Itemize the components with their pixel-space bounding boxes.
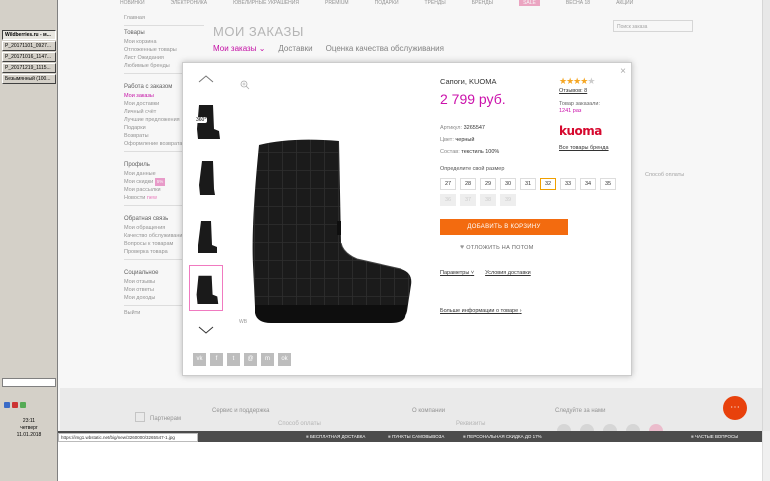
boot-thumbnail-image	[196, 275, 219, 304]
antivirus-icon[interactable]	[12, 402, 18, 408]
thumbnail-side[interactable]	[189, 155, 223, 201]
share-buttons: vk f t @ m ok	[193, 353, 291, 366]
boot-thumbnail-image	[199, 161, 215, 195]
thumbnails-up-icon[interactable]	[198, 75, 214, 83]
wb-watermark: WB	[239, 319, 248, 325]
size-option-selected[interactable]: 32	[540, 178, 556, 190]
share-mailru-icon[interactable]: m	[261, 353, 274, 366]
clock-day: четверг	[20, 425, 38, 431]
size-option[interactable]: 34	[580, 178, 596, 190]
share-facebook-icon[interactable]: f	[210, 353, 223, 366]
more-info-label: Больше информации о товаре	[440, 308, 519, 314]
product-info-tabs: Параметры ˅ Условия доставки	[440, 270, 531, 276]
postpone-label: ОТЛОЖИТЬ НА ПОТОМ	[466, 245, 534, 251]
tab-delivery-terms[interactable]: Условия доставки	[485, 270, 531, 276]
close-icon[interactable]: ×	[620, 66, 626, 77]
article-label: Артикул:	[440, 125, 463, 131]
system-tray	[2, 402, 56, 408]
size-option-unavailable: 38	[480, 194, 496, 206]
material-label: Состав:	[440, 149, 460, 155]
volume-icon[interactable]	[20, 402, 26, 408]
share-email-icon[interactable]: @	[244, 353, 257, 366]
share-ok-icon[interactable]: ok	[278, 353, 291, 366]
taskbar-button-image-3[interactable]: P_20171219_1115...	[2, 63, 56, 73]
free-delivery-link[interactable]: БЕСПЛАТНАЯ ДОСТАВКА	[306, 434, 365, 439]
faq-link[interactable]: ЧАСТЫЕ ВОПРОСЫ	[691, 434, 738, 439]
thumbnails-down-icon[interactable]	[198, 326, 214, 334]
taskbar-scroll[interactable]	[2, 378, 56, 387]
personal-discount-link[interactable]: ПЕРСОНАЛЬНАЯ СКИДКА ДО 17%	[463, 434, 542, 439]
taskbar-button-paint[interactable]: Безымянный (100...	[2, 74, 56, 84]
size-option[interactable]: 31	[520, 178, 536, 190]
reviews-link[interactable]: Отзывов: 8	[559, 88, 587, 94]
more-info-link[interactable]: Больше информации о товаре ›	[440, 308, 522, 314]
size-selector: 27 28 29 30 31 32 33 34 35 36 37 38 39	[440, 178, 620, 206]
color-label: Цвет:	[440, 137, 454, 143]
color-value: черный	[455, 137, 475, 143]
thumbnail-back[interactable]	[189, 213, 223, 259]
size-option-unavailable: 39	[500, 194, 516, 206]
ordered-label: Товар заказали:	[559, 101, 600, 107]
size-option[interactable]: 29	[480, 178, 496, 190]
star-empty-icon: ★	[587, 76, 595, 86]
tab-parameters[interactable]: Параметры ˅	[440, 270, 474, 276]
product-price: 2 799 руб.	[440, 91, 506, 107]
material-value: текстиль 100%	[461, 149, 500, 155]
size-option[interactable]: 27	[440, 178, 456, 190]
taskbar-button-image-1[interactable]: P_20171101_0927...	[2, 41, 56, 51]
product-quick-view: × 360° WB vk f t @ m ok Сапоги, KUOMA 2 …	[182, 62, 632, 376]
taskbar-button-browser[interactable]: Wildberries.ru - м...	[2, 30, 56, 40]
rating-stars[interactable]: ★★★★★	[559, 76, 595, 87]
share-twitter-icon[interactable]: t	[227, 353, 240, 366]
product-name: Сапоги, KUOMA	[440, 77, 497, 86]
thumbnail-360[interactable]: 360°	[189, 99, 223, 145]
size-title: Определите свой размер	[440, 166, 505, 172]
taskbar-button-image-2[interactable]: P_20171016_1147...	[2, 52, 56, 62]
size-option-unavailable: 36	[440, 194, 456, 206]
360-badge: 360°	[195, 117, 208, 123]
thumbnail-front-selected[interactable]	[189, 265, 223, 311]
size-option[interactable]: 28	[460, 178, 476, 190]
color-row: Цвет: черный	[440, 137, 474, 143]
pickup-points-link[interactable]: ПУНКТЫ САМОВЫВОЗА	[388, 434, 444, 439]
size-option[interactable]: 33	[560, 178, 576, 190]
product-main-image[interactable]	[241, 135, 419, 331]
chevron-down-icon: ˅	[470, 270, 475, 276]
heart-icon: ♥	[460, 244, 465, 251]
network-icon[interactable]	[4, 402, 10, 408]
clock-date: 11.01.2018	[16, 432, 42, 438]
boot-thumbnail-image	[198, 221, 217, 253]
size-option[interactable]: 30	[500, 178, 516, 190]
clock-time: 23:11	[22, 418, 36, 424]
zoom-icon[interactable]	[240, 80, 250, 90]
brand-all-products-link[interactable]: Все товары бренда	[559, 145, 609, 151]
browser-status-url: https://img1.wbstatic.net/big/new/326000…	[58, 433, 198, 442]
postpone-button[interactable]: ♥ ОТЛОЖИТЬ НА ПОТОМ	[460, 244, 534, 251]
windows-taskbar: Wildberries.ru - м... P_20171101_0927...…	[0, 0, 58, 481]
size-option[interactable]: 35	[600, 178, 616, 190]
share-vk-icon[interactable]: vk	[193, 353, 206, 366]
system-clock[interactable]: 23:11 четверг 11.01.2018	[0, 418, 58, 439]
chevron-right-icon: ›	[519, 308, 522, 314]
brand-logo[interactable]: kuoma	[559, 124, 602, 138]
material-row: Состав: текстиль 100%	[440, 149, 499, 155]
article-value: 3265547	[463, 125, 485, 131]
article-row: Артикул: 3265547	[440, 125, 485, 131]
ordered-count: 1241 раз	[559, 108, 582, 114]
tab-parameters-label: Параметры	[440, 270, 470, 276]
add-to-cart-button[interactable]: ДОБАВИТЬ В КОРЗИНУ	[440, 219, 568, 235]
size-option-unavailable: 37	[460, 194, 476, 206]
